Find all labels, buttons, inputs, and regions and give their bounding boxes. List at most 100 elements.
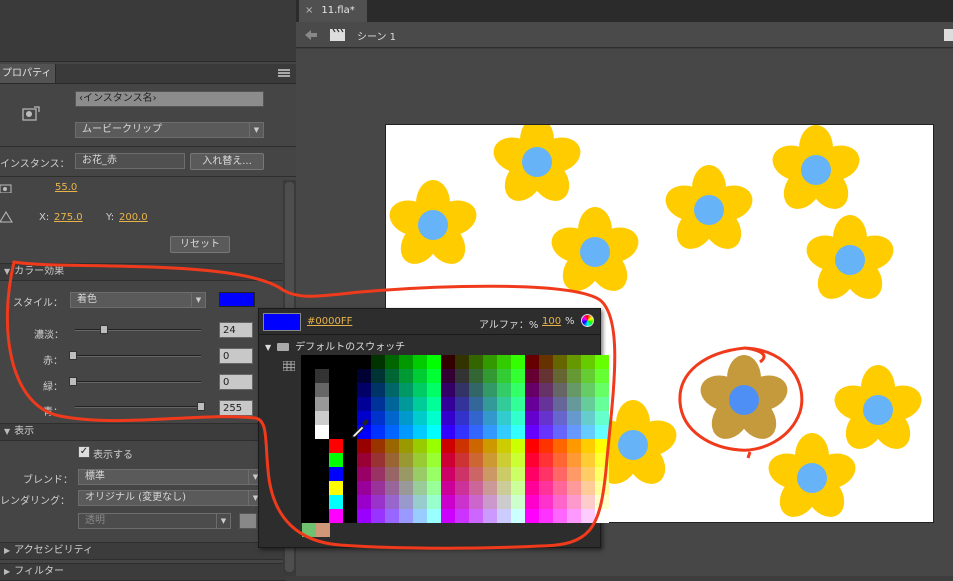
color-swatch[interactable] — [567, 397, 581, 411]
color-swatch[interactable] — [385, 439, 399, 453]
color-swatch[interactable] — [581, 495, 595, 509]
color-swatch[interactable] — [483, 397, 497, 411]
color-swatch[interactable] — [371, 467, 385, 481]
color-swatch[interactable] — [399, 383, 413, 397]
color-swatch[interactable] — [539, 467, 553, 481]
color-swatch[interactable] — [427, 383, 441, 397]
color-swatch[interactable] — [483, 439, 497, 453]
color-swatch[interactable] — [567, 509, 581, 523]
color-swatch[interactable] — [567, 467, 581, 481]
color-swatch[interactable] — [553, 481, 567, 495]
color-swatch[interactable] — [469, 355, 483, 369]
color-swatch[interactable] — [581, 397, 595, 411]
flower-instance[interactable] — [385, 180, 481, 271]
color-swatch[interactable] — [539, 383, 553, 397]
color-swatch[interactable] — [301, 495, 315, 509]
color-swatch[interactable] — [455, 369, 469, 383]
color-swatch[interactable] — [301, 355, 315, 369]
color-swatch[interactable] — [455, 397, 469, 411]
color-swatch[interactable] — [385, 509, 399, 523]
color-swatch[interactable] — [371, 397, 385, 411]
color-swatch[interactable] — [469, 481, 483, 495]
color-swatch[interactable] — [469, 425, 483, 439]
color-swatch[interactable] — [553, 411, 567, 425]
color-swatch[interactable] — [329, 495, 343, 509]
color-swatch[interactable] — [301, 383, 315, 397]
color-swatch[interactable] — [399, 509, 413, 523]
color-swatch[interactable] — [539, 495, 553, 509]
color-swatch[interactable] — [539, 369, 553, 383]
color-swatch[interactable] — [497, 439, 511, 453]
color-swatch[interactable] — [315, 355, 329, 369]
color-swatch[interactable] — [371, 355, 385, 369]
color-swatch[interactable] — [301, 467, 315, 481]
color-swatch[interactable] — [483, 355, 497, 369]
color-swatch[interactable] — [567, 425, 581, 439]
color-swatch[interactable] — [413, 495, 427, 509]
color-swatch[interactable] — [469, 369, 483, 383]
color-swatch[interactable] — [399, 439, 413, 453]
color-swatch[interactable] — [469, 383, 483, 397]
color-swatch[interactable] — [441, 397, 455, 411]
color-swatch[interactable] — [511, 411, 525, 425]
color-swatch[interactable] — [497, 369, 511, 383]
color-swatch[interactable] — [525, 397, 539, 411]
color-swatch[interactable] — [469, 509, 483, 523]
color-swatch[interactable] — [399, 467, 413, 481]
color-swatch[interactable] — [441, 467, 455, 481]
color-swatch[interactable] — [357, 397, 371, 411]
color-swatch[interactable] — [455, 509, 469, 523]
color-swatch[interactable] — [301, 453, 315, 467]
color-swatch[interactable] — [441, 383, 455, 397]
color-swatch[interactable] — [483, 411, 497, 425]
color-swatch[interactable] — [315, 397, 329, 411]
color-swatch[interactable] — [595, 495, 609, 509]
color-swatch[interactable] — [469, 397, 483, 411]
color-swatch[interactable] — [539, 439, 553, 453]
color-swatch[interactable] — [539, 355, 553, 369]
color-swatch[interactable] — [441, 355, 455, 369]
color-swatch[interactable] — [399, 355, 413, 369]
color-swatch[interactable] — [595, 369, 609, 383]
color-swatch[interactable] — [427, 481, 441, 495]
color-swatch[interactable] — [385, 383, 399, 397]
flower-instance[interactable] — [830, 365, 926, 456]
color-swatch[interactable] — [455, 481, 469, 495]
color-swatch[interactable] — [595, 411, 609, 425]
color-swatch[interactable] — [455, 425, 469, 439]
color-swatch[interactable] — [385, 425, 399, 439]
color-swatch[interactable] — [469, 453, 483, 467]
swatch-grid-view-icon[interactable] — [283, 361, 295, 371]
color-swatch[interactable] — [343, 467, 357, 481]
swatch-group-header[interactable]: ▼ デフォルトのスウォッチ — [265, 338, 405, 353]
color-swatch[interactable] — [301, 397, 315, 411]
color-swatch[interactable] — [441, 369, 455, 383]
color-swatch[interactable] — [567, 355, 581, 369]
color-swatch[interactable] — [483, 467, 497, 481]
color-swatch[interactable] — [441, 481, 455, 495]
flower-instance[interactable] — [802, 215, 898, 306]
color-swatch[interactable] — [455, 383, 469, 397]
color-swatch[interactable] — [357, 453, 371, 467]
color-swatch[interactable] — [525, 467, 539, 481]
color-swatch[interactable] — [385, 453, 399, 467]
picker-hex-value[interactable]: #0000FF — [307, 316, 352, 327]
color-swatch[interactable] — [497, 355, 511, 369]
color-swatch[interactable] — [315, 509, 329, 523]
color-swatch[interactable] — [525, 369, 539, 383]
color-swatch[interactable] — [553, 383, 567, 397]
color-swatch[interactable] — [329, 481, 343, 495]
color-swatch[interactable] — [301, 369, 315, 383]
recent-swatch[interactable] — [302, 523, 316, 537]
color-swatch[interactable] — [399, 397, 413, 411]
color-swatch[interactable] — [329, 425, 343, 439]
color-swatch[interactable] — [567, 439, 581, 453]
color-swatch[interactable] — [581, 411, 595, 425]
color-swatch[interactable] — [329, 509, 343, 523]
color-swatch[interactable] — [413, 369, 427, 383]
color-swatch[interactable] — [553, 355, 567, 369]
color-swatch[interactable] — [469, 495, 483, 509]
color-swatch[interactable] — [511, 383, 525, 397]
color-swatch[interactable] — [595, 509, 609, 523]
color-swatch[interactable] — [427, 411, 441, 425]
